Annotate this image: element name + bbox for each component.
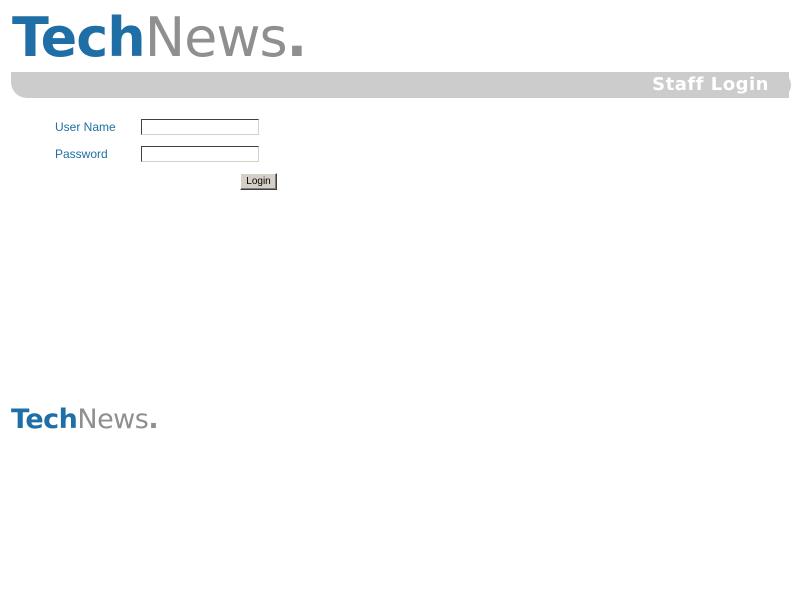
footer-logo-text-news: News: [77, 404, 149, 435]
password-label: Password: [55, 147, 108, 161]
page-title: Staff Login: [652, 74, 769, 95]
title-bar: Staff Login: [11, 72, 791, 98]
header-logo: TechNews.: [12, 6, 307, 70]
logo-text-news: News: [144, 6, 288, 69]
username-input[interactable]: [141, 119, 259, 135]
logo-text-tech: Tech: [12, 6, 146, 69]
username-label: User Name: [55, 120, 116, 134]
login-button[interactable]: Login: [240, 173, 277, 190]
password-input[interactable]: [141, 146, 259, 162]
logo-text-dot: .: [286, 6, 307, 69]
footer-logo-text-dot: .: [148, 404, 159, 435]
footer-logo: TechNews.: [11, 404, 159, 436]
footer-logo-text-tech: Tech: [11, 404, 78, 435]
